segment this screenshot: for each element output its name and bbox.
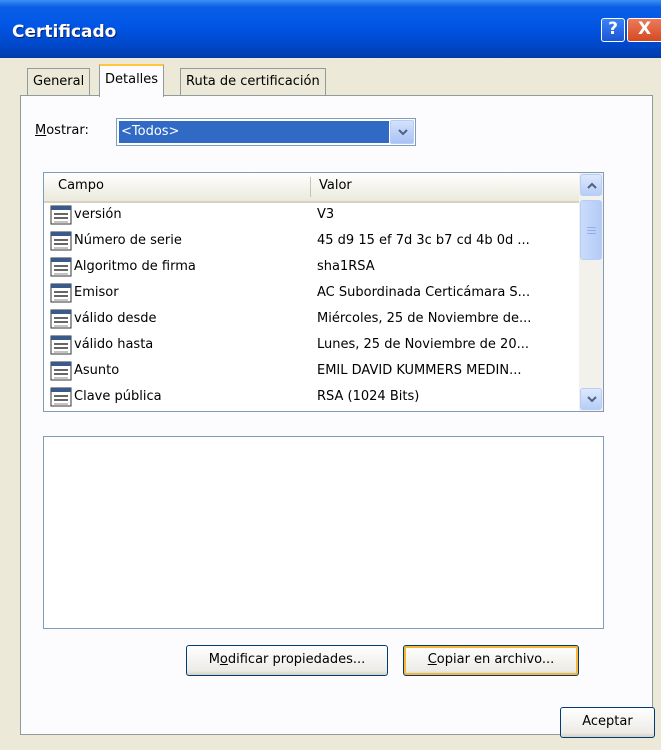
tab-general[interactable]: General: [27, 68, 91, 95]
field-name: válido desde: [74, 311, 157, 326]
accept-button[interactable]: Aceptar: [560, 707, 655, 738]
list-item[interactable]: Algoritmo de firma sha1RSA: [44, 255, 579, 281]
certificate-dialog: Certificado ? X General Detalles Ruta de…: [0, 0, 661, 750]
tab-ruta-certificacion[interactable]: Ruta de certificación: [180, 68, 326, 95]
column-header-campo[interactable]: Campo: [58, 178, 104, 193]
field-value: 45 d9 15 ef 7d 3c b7 cd 4b 0d ...: [317, 233, 530, 248]
show-filter-label: Mostrar:: [35, 123, 89, 138]
list-item[interactable]: Clave pública RSA (1024 Bits): [44, 385, 579, 411]
certificate-field-icon: [50, 257, 72, 277]
field-name: Clave pública: [74, 389, 162, 404]
column-header-valor[interactable]: Valor: [319, 178, 352, 193]
chevron-up-icon: [587, 182, 597, 189]
field-name: Algoritmo de firma: [74, 259, 196, 274]
chevron-down-icon: [587, 396, 597, 403]
edit-properties-button[interactable]: Modificar propiedades...: [186, 645, 388, 676]
list-item[interactable]: Asunto EMIL DAVID KUMMERS MEDIN...: [44, 359, 579, 385]
chevron-down-icon: [398, 129, 408, 136]
scroll-thumb[interactable]: [580, 200, 602, 260]
list-item[interactable]: Número de serie 45 d9 15 ef 7d 3c b7 cd 4…: [44, 229, 579, 255]
field-name: válido hasta: [74, 337, 154, 352]
list-item[interactable]: válido hasta Lunes, 25 de Noviembre de 20…: [44, 333, 579, 359]
field-value: V3: [317, 207, 335, 222]
certificate-fields-list[interactable]: Campo Valor versión V3 Número de serie 45 d…: [43, 172, 604, 412]
certificate-field-icon: [50, 361, 72, 381]
field-value: sha1RSA: [317, 259, 375, 274]
copy-to-file-button[interactable]: Copiar en archivo...: [403, 645, 579, 676]
close-button[interactable]: X: [627, 18, 661, 42]
list-scrollbar[interactable]: [579, 173, 603, 411]
certificate-field-icon: [50, 309, 72, 329]
field-value: RSA (1024 Bits): [317, 389, 420, 404]
column-separator[interactable]: [310, 177, 311, 197]
field-name: versión: [74, 207, 122, 222]
field-detail-box[interactable]: [43, 436, 604, 629]
list-item[interactable]: versión V3: [44, 203, 579, 229]
field-name: Asunto: [74, 363, 120, 378]
window-title: Certificado: [12, 22, 117, 42]
show-filter-value: <Todos>: [119, 121, 389, 143]
show-filter-select[interactable]: <Todos>: [116, 118, 416, 146]
certificate-field-icon: [50, 335, 72, 355]
field-name: Número de serie: [74, 233, 182, 248]
field-value: EMIL DAVID KUMMERS MEDIN...: [317, 363, 522, 378]
field-value: Lunes, 25 de Noviembre de 20...: [317, 337, 529, 352]
certificate-field-icon: [50, 387, 72, 407]
scroll-up-button[interactable]: [580, 174, 602, 196]
certificate-field-icon: [50, 231, 72, 251]
list-item[interactable]: válido desde Miércoles, 25 de Noviembre d…: [44, 307, 579, 333]
certificate-field-icon: [50, 205, 72, 225]
certificate-field-icon: [50, 283, 72, 303]
dropdown-arrow-button[interactable]: [390, 120, 414, 144]
tab-detalles[interactable]: Detalles: [99, 64, 165, 97]
list-header: Campo Valor: [44, 173, 579, 203]
help-button[interactable]: ?: [601, 18, 625, 42]
field-value: Miércoles, 25 de Noviembre de...: [317, 311, 532, 326]
scroll-down-button[interactable]: [580, 388, 602, 410]
list-item[interactable]: Emisor AC Subordinada Certicámara S...: [44, 281, 579, 307]
field-value: AC Subordinada Certicámara S...: [317, 285, 531, 300]
field-name: Emisor: [74, 285, 119, 300]
title-bar[interactable]: Certificado ? X: [0, 0, 661, 58]
